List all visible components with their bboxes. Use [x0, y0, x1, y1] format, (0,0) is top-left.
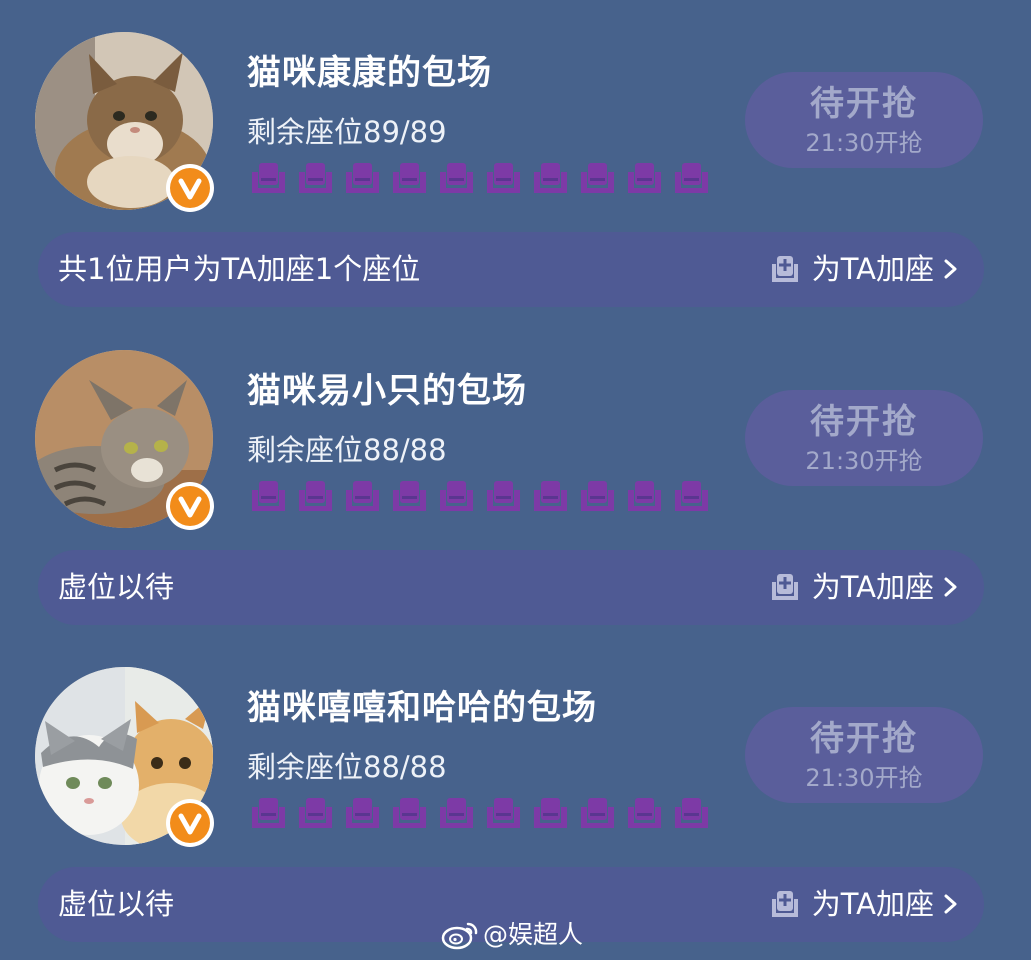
seat-icon [250, 160, 287, 197]
seat-icon [391, 160, 428, 197]
seat-row [250, 795, 710, 835]
seat-icon [391, 795, 428, 832]
seat-icon [297, 478, 334, 515]
add-seat-icon [766, 885, 804, 923]
seat-icon [532, 795, 569, 832]
supporters-text: 共1位用户为TA加座1个座位 [58, 252, 421, 286]
venue-card-xixi-haha: 猫咪嘻嘻和哈哈的包场 剩余座位88/88 待开抢 21:30开抢 虚位以待 为T… [0, 635, 1031, 952]
add-seat-button[interactable]: 为TA加座 [766, 566, 962, 608]
venue-title[interactable]: 猫咪康康的包场 [247, 50, 492, 96]
seat-icon [344, 795, 381, 832]
seats-remaining: 剩余座位89/89 [247, 115, 447, 149]
seat-icon [485, 478, 522, 515]
grab-button[interactable]: 待开抢 21:30开抢 [745, 390, 983, 486]
seat-icon [297, 160, 334, 197]
seat-icon [250, 478, 287, 515]
weibo-icon [441, 920, 479, 950]
verified-badge [166, 164, 214, 212]
seat-icon [626, 160, 663, 197]
grab-button-label: 待开抢 [810, 719, 918, 759]
seat-icon [250, 795, 287, 832]
venue-card-kangkang: 猫咪康康的包场 剩余座位89/89 待开抢 21:30开抢 共1位用户为TA加座… [0, 0, 1031, 317]
seat-icon [438, 478, 475, 515]
seat-icon [485, 160, 522, 197]
add-seat-icon [766, 568, 804, 606]
add-seat-label: 为TA加座 [811, 570, 934, 604]
seat-icon [673, 160, 710, 197]
seat-row [250, 160, 710, 200]
seat-icon [626, 795, 663, 832]
seat-icon [344, 160, 381, 197]
seat-icon [297, 795, 334, 832]
add-seat-button[interactable]: 为TA加座 [766, 248, 962, 290]
supporters-text: 虚位以待 [58, 570, 175, 604]
watermark-text: @娱超人 [483, 920, 584, 949]
grab-button-time: 21:30开抢 [805, 447, 923, 475]
add-seat-button[interactable]: 为TA加座 [766, 883, 962, 925]
seat-supporters-bar[interactable]: 共1位用户为TA加座1个座位 为TA加座 [38, 232, 984, 307]
grab-button-time: 21:30开抢 [805, 129, 923, 157]
add-seat-label: 为TA加座 [811, 887, 934, 921]
seats-remaining: 剩余座位88/88 [247, 750, 447, 784]
seats-remaining: 剩余座位88/88 [247, 433, 447, 467]
grab-button-time: 21:30开抢 [805, 764, 923, 792]
seat-icon [532, 478, 569, 515]
watermark: @娱超人 [441, 917, 583, 953]
venue-card-yixiaozhi: 猫咪易小只的包场 剩余座位88/88 待开抢 21:30开抢 虚位以待 为TA加… [0, 318, 1031, 635]
chevron-right-icon [934, 257, 962, 281]
chevron-right-icon [934, 575, 962, 599]
add-seat-label: 为TA加座 [811, 252, 934, 286]
venue-title[interactable]: 猫咪易小只的包场 [247, 368, 527, 414]
supporters-text: 虚位以待 [58, 887, 175, 921]
seat-icon [438, 160, 475, 197]
verified-badge [166, 799, 214, 847]
seat-supporters-bar[interactable]: 虚位以待 为TA加座 [38, 550, 984, 625]
add-seat-icon [766, 250, 804, 288]
grab-button[interactable]: 待开抢 21:30开抢 [745, 707, 983, 803]
seat-icon [673, 795, 710, 832]
grab-button-label: 待开抢 [810, 402, 918, 442]
seat-icon [438, 795, 475, 832]
seat-icon [344, 478, 381, 515]
v-badge-icon [170, 803, 210, 843]
grab-button-label: 待开抢 [810, 84, 918, 124]
seat-icon [673, 478, 710, 515]
verified-badge [166, 482, 214, 530]
chevron-right-icon [934, 892, 962, 916]
v-badge-icon [170, 486, 210, 526]
seat-icon [579, 478, 616, 515]
seat-icon [391, 478, 428, 515]
v-badge-icon [170, 168, 210, 208]
seat-row [250, 478, 710, 518]
grab-button[interactable]: 待开抢 21:30开抢 [745, 72, 983, 168]
seat-icon [579, 795, 616, 832]
seat-icon [579, 160, 616, 197]
seat-icon [485, 795, 522, 832]
seat-icon [626, 478, 663, 515]
venue-title[interactable]: 猫咪嘻嘻和哈哈的包场 [247, 685, 597, 731]
seat-icon [532, 160, 569, 197]
